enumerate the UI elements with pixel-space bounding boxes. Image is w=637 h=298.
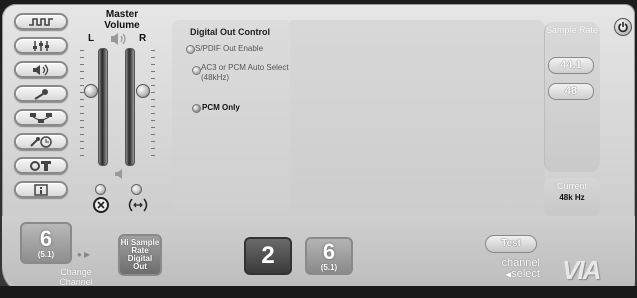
mute-icon[interactable]: [93, 197, 109, 213]
via-logo: VIA: [562, 255, 601, 285]
balance-icon[interactable]: [126, 197, 150, 213]
change-channel-arrow-icon: ● ▶: [77, 250, 91, 259]
pcm-only-radio[interactable]: [192, 104, 201, 113]
current-rate-title: Current: [556, 181, 587, 191]
current-channel-display: 6 (5.1): [20, 222, 72, 264]
current-rate-value: 48k Hz: [559, 193, 585, 202]
sidebar-mixer-button[interactable]: [14, 37, 68, 54]
channel-2-label: 2: [261, 242, 275, 269]
right-channel-label: R: [139, 33, 147, 44]
mixer-icon: [33, 40, 49, 51]
channel-select-line-2: select: [511, 268, 540, 280]
tools-icon: [30, 160, 51, 171]
hi-sample-rate-button[interactable]: Hi Sample Rate Digital Out: [118, 234, 162, 276]
current-channel-number: 6: [39, 225, 53, 251]
test-button[interactable]: Test: [485, 235, 537, 253]
speaker-setup-icon: [30, 112, 52, 123]
sidebar-tools-button[interactable]: [14, 157, 68, 174]
left-tick-scale: [80, 50, 84, 164]
microphone-icon: [34, 88, 48, 100]
current-channel-sub: (5.1): [37, 249, 55, 259]
sidebar-speaker-setup-button[interactable]: [14, 109, 68, 126]
power-button[interactable]: [614, 18, 632, 36]
left-mute-toggle[interactable]: [95, 184, 106, 195]
master-volume-title: Master Volume: [104, 9, 140, 31]
channel-2-button[interactable]: 2: [244, 237, 292, 275]
channel-6-sub: (5.1): [320, 262, 338, 272]
sidebar-speaker-button[interactable]: [14, 61, 68, 78]
speaker-icon: [33, 64, 49, 75]
waveform-icon: [29, 17, 53, 26]
ac3-auto-label: AC3 or PCM Auto Select (48kHz): [201, 63, 289, 82]
rate-48-button[interactable]: 48: [548, 83, 594, 100]
left-channel-label: L: [88, 33, 95, 44]
spdif-enable-radio[interactable]: [186, 45, 195, 54]
volume-speaker-icon: [111, 33, 126, 45]
sidebar-info-button[interactable]: [14, 181, 68, 198]
sidebar-effects-button[interactable]: [14, 133, 68, 150]
power-icon: [618, 22, 628, 33]
channel-6-label: 6: [322, 238, 336, 264]
right-volume-slider[interactable]: [125, 48, 135, 166]
channel-6-button[interactable]: 6 (5.1): [305, 237, 353, 275]
sidebar-waveform-button[interactable]: [14, 13, 68, 30]
channel-select-label: channel ◀select: [478, 258, 540, 280]
digital-out-title: Digital Out Control: [190, 27, 270, 37]
pcm-only-label: PCM Only: [202, 103, 240, 112]
audio-deck-window: Master Volume L R Digital Out Control S/…: [0, 0, 637, 298]
info-icon: [34, 183, 48, 196]
ac3-auto-radio[interactable]: [192, 66, 201, 75]
mute-speaker-icon: [115, 169, 122, 179]
right-tick-scale: [151, 50, 155, 164]
sidebar-microphone-button[interactable]: [14, 85, 68, 102]
left-volume-slider[interactable]: [98, 48, 108, 166]
sample-rate-title: Sample Rate: [545, 25, 599, 35]
bottom-strip: [0, 286, 637, 298]
rate-44-button[interactable]: 44.1: [548, 57, 594, 74]
effects-icon: [30, 135, 52, 148]
digital-out-panel-extension: [290, 20, 545, 210]
change-channel-label: Change Channel: [59, 267, 93, 287]
hi-sample-rate-label: Hi Sample Rate Digital Out: [120, 238, 160, 271]
spdif-enable-label: S/PDIF Out Enable: [195, 44, 264, 53]
right-mute-toggle[interactable]: [131, 184, 142, 195]
